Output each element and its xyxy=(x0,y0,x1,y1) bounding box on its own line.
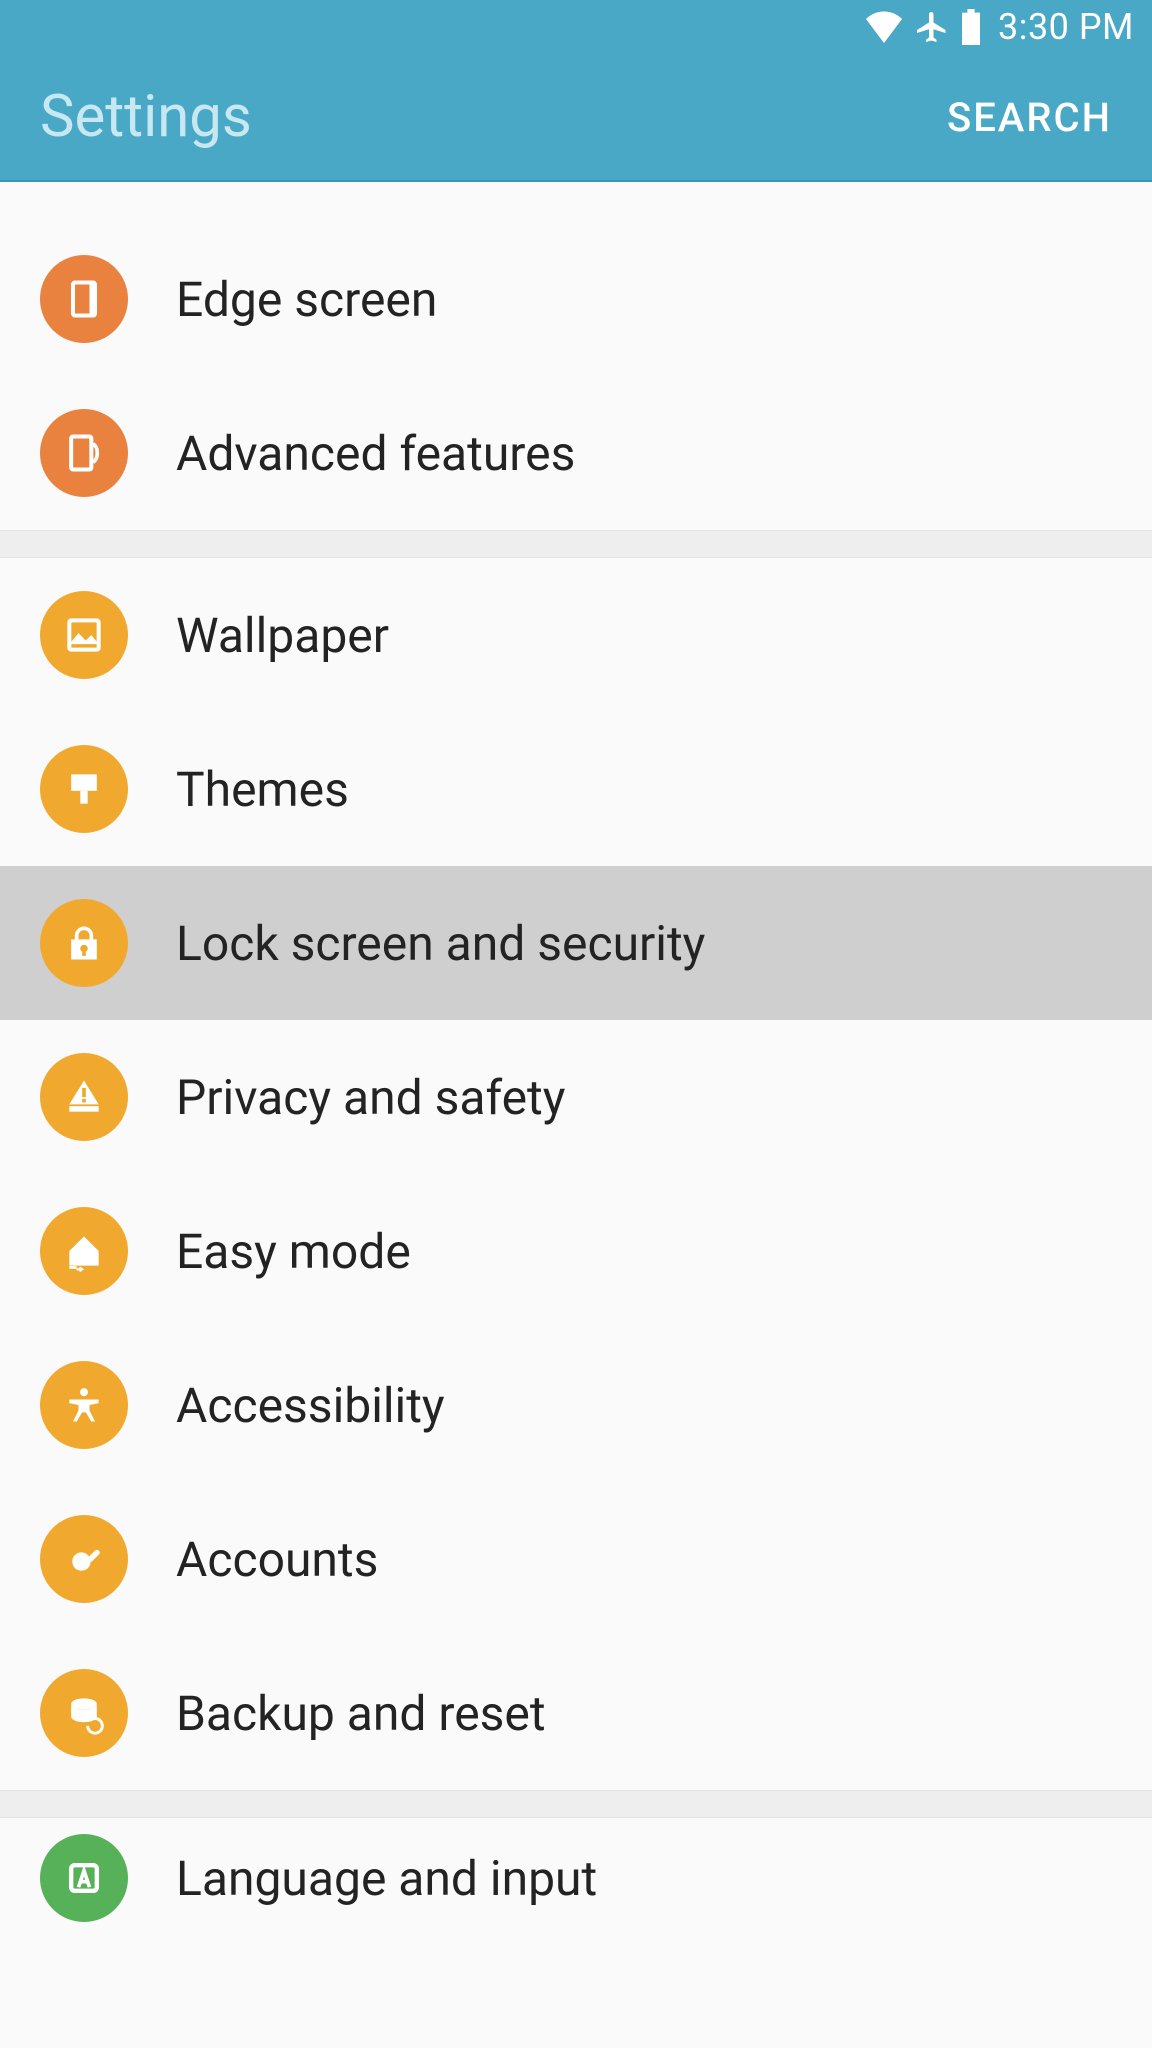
list-item-edge-screen[interactable]: Edge screen xyxy=(0,222,1152,376)
list-item-wallpaper[interactable]: Wallpaper xyxy=(0,558,1152,712)
list-item-themes[interactable]: Themes xyxy=(0,712,1152,866)
list-item-label: Edge screen xyxy=(176,271,437,328)
settings-list[interactable]: Edge screen Advanced features Wallpaper … xyxy=(0,182,1152,1938)
section-divider xyxy=(0,1790,1152,1818)
list-item-label: Privacy and safety xyxy=(176,1069,565,1126)
themes-icon xyxy=(40,745,128,833)
list-item-label: Themes xyxy=(176,761,349,818)
search-button[interactable]: SEARCH xyxy=(947,94,1112,141)
list-item-label: Wallpaper xyxy=(176,607,389,664)
backup-reset-icon xyxy=(40,1669,128,1757)
list-item-label: Advanced features xyxy=(176,425,575,482)
section-divider xyxy=(0,530,1152,558)
list-item-accounts[interactable]: Accounts xyxy=(0,1482,1152,1636)
wifi-icon xyxy=(864,11,904,43)
accounts-icon xyxy=(40,1515,128,1603)
list-item-label: Easy mode xyxy=(176,1223,411,1280)
list-item-label: Lock screen and security xyxy=(176,915,705,972)
list-item-label: Language and input xyxy=(176,1850,597,1907)
lock-icon xyxy=(40,899,128,987)
list-item-label: Accounts xyxy=(176,1531,378,1588)
status-time: 3:30 PM xyxy=(998,6,1134,48)
list-item-accessibility[interactable]: Accessibility xyxy=(0,1328,1152,1482)
accessibility-icon xyxy=(40,1361,128,1449)
list-item-label: Accessibility xyxy=(176,1377,445,1434)
list-item-easy-mode[interactable]: Easy mode xyxy=(0,1174,1152,1328)
wallpaper-icon xyxy=(40,591,128,679)
easy-mode-icon xyxy=(40,1207,128,1295)
list-item-advanced-features[interactable]: Advanced features xyxy=(0,376,1152,530)
page-title: Settings xyxy=(40,83,252,151)
list-item-backup-reset[interactable]: Backup and reset xyxy=(0,1636,1152,1790)
airplane-mode-icon xyxy=(914,9,950,45)
list-item-language-input[interactable]: Language and input xyxy=(0,1818,1152,1938)
language-input-icon xyxy=(40,1834,128,1922)
list-item-partial[interactable] xyxy=(0,182,1152,222)
app-bar: Settings SEARCH xyxy=(0,54,1152,182)
list-item-privacy-safety[interactable]: Privacy and safety xyxy=(0,1020,1152,1174)
edge-screen-icon xyxy=(40,255,128,343)
advanced-features-icon xyxy=(40,409,128,497)
battery-icon xyxy=(960,9,982,45)
list-item-lock-screen-security[interactable]: Lock screen and security xyxy=(0,866,1152,1020)
privacy-icon xyxy=(40,1053,128,1141)
list-item-label: Backup and reset xyxy=(176,1685,546,1742)
status-bar: 3:30 PM xyxy=(0,0,1152,54)
